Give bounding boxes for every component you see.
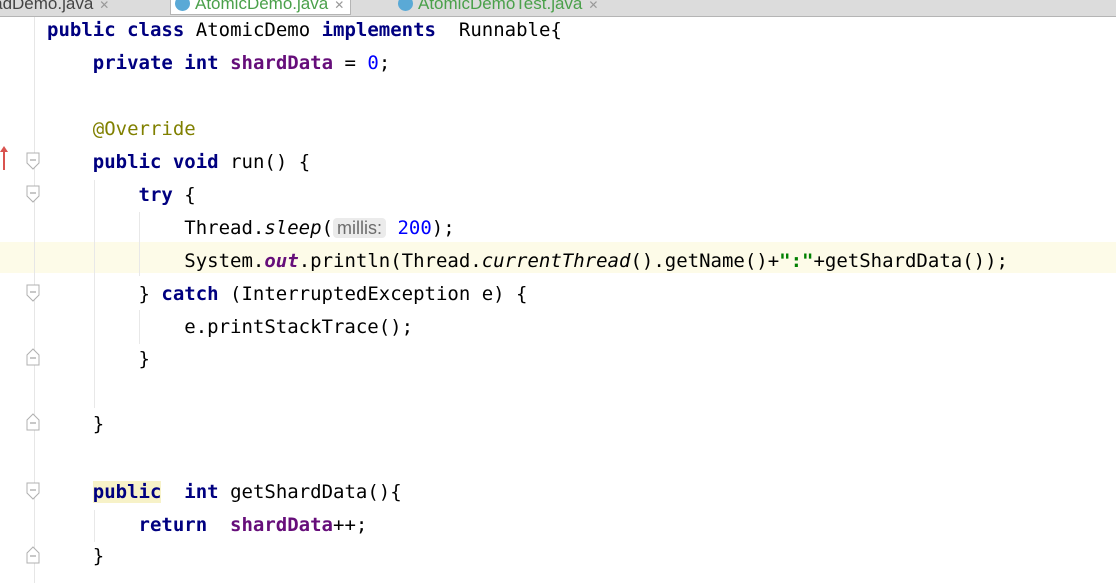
keyword: public: [92, 151, 162, 173]
fold-marker-icon[interactable]: [26, 482, 40, 500]
fold-marker-icon[interactable]: [26, 185, 40, 203]
code-text: +getShardData());: [813, 250, 1008, 272]
code-text: ;: [378, 52, 391, 74]
code-line-catch[interactable]: } catch (InterruptedException e) {: [47, 278, 528, 311]
code-text: }: [138, 283, 162, 305]
fold-marker-icon[interactable]: [26, 152, 40, 170]
tab-label: AtomicDemoTest.java: [418, 0, 583, 13]
method-name: currentThread: [481, 250, 631, 272]
fold-marker-icon[interactable]: [26, 413, 40, 431]
code-text: run() {: [218, 151, 311, 173]
tab-label: readDemo.java: [0, 0, 94, 13]
code-line-run-decl[interactable]: public void run() {: [47, 146, 310, 179]
code-line-close-run[interactable]: }: [47, 408, 104, 441]
code-text: {: [172, 184, 196, 206]
annotation: @Override: [92, 118, 196, 140]
code-text: (InterruptedException e) {: [218, 283, 528, 305]
code-text: .println(Thread.: [298, 250, 482, 272]
method-name: sleep: [264, 217, 322, 239]
code-text: );: [431, 217, 455, 239]
code-line-return[interactable]: return shardData++;: [47, 509, 368, 542]
code-line-close-getter[interactable]: }: [47, 540, 104, 573]
code-line-sleep[interactable]: Thread.sleep(millis: 200);: [47, 212, 455, 245]
code-line-close-catch[interactable]: }: [47, 343, 150, 376]
string-literal: ":": [779, 250, 814, 272]
code-line-stacktrace[interactable]: e.printStackTrace();: [47, 311, 413, 344]
keyword: int: [184, 52, 219, 74]
code-line-try[interactable]: try {: [47, 179, 196, 212]
keyword: catch: [161, 283, 219, 305]
code-text: ++;: [333, 514, 368, 536]
keyword: class: [127, 19, 185, 41]
java-class-icon: [398, 0, 413, 11]
class-name: AtomicDemo: [195, 19, 311, 41]
code-line-class-decl[interactable]: public class AtomicDemo implements Runna…: [47, 14, 562, 47]
number-literal: 0: [367, 52, 379, 74]
field-name: shardData: [230, 514, 333, 536]
code-text: ().getName()+: [630, 250, 780, 272]
keyword: return: [138, 514, 208, 536]
code-line-println[interactable]: System.out.println(Thread.currentThread(…: [47, 245, 1008, 278]
fold-marker-icon[interactable]: [26, 546, 40, 564]
close-icon[interactable]: ✕: [99, 0, 109, 12]
code-text: Thread.: [184, 217, 265, 239]
java-class-icon: [175, 0, 190, 11]
code-line-annotation[interactable]: @Override: [47, 113, 196, 146]
code-text: System.: [184, 250, 265, 272]
code-text: getShardData(){: [218, 481, 402, 503]
keyword: implements: [321, 19, 436, 41]
tab-label: AtomicDemo.java: [195, 0, 329, 13]
code-text: }: [92, 545, 105, 567]
code-text: }: [92, 413, 105, 435]
keyword: try: [138, 184, 173, 206]
keyword: public: [47, 19, 116, 41]
keyword: public: [92, 481, 162, 503]
override-marker-icon[interactable]: [0, 146, 8, 170]
keyword: int: [184, 481, 219, 503]
keyword: void: [172, 151, 219, 173]
parameter-hint: millis:: [333, 218, 387, 238]
code-text: (: [321, 217, 334, 239]
fold-marker-icon[interactable]: [26, 348, 40, 366]
field-name: out: [264, 250, 299, 272]
code-text: =: [333, 52, 368, 74]
tab-readdemo[interactable]: readDemo.java ✕: [0, 0, 115, 14]
close-icon[interactable]: ✕: [588, 0, 598, 12]
tab-atomicdemotest[interactable]: AtomicDemoTest.java ✕: [394, 0, 604, 14]
code-line-field[interactable]: private int shardData = 0;: [47, 47, 391, 80]
close-icon[interactable]: ✕: [334, 0, 344, 12]
field-name: shardData: [230, 52, 334, 74]
number-literal: 200: [397, 217, 432, 239]
keyword: private: [92, 52, 173, 74]
fold-marker-icon[interactable]: [26, 284, 40, 302]
tab-atomicdemo[interactable]: AtomicDemo.java ✕: [170, 0, 352, 15]
interface-name: Runnable{: [458, 19, 562, 41]
code-text: }: [138, 348, 150, 370]
code-text: e.printStackTrace();: [184, 316, 414, 338]
code-line-getter-decl[interactable]: public int getShardData(){: [47, 476, 402, 509]
